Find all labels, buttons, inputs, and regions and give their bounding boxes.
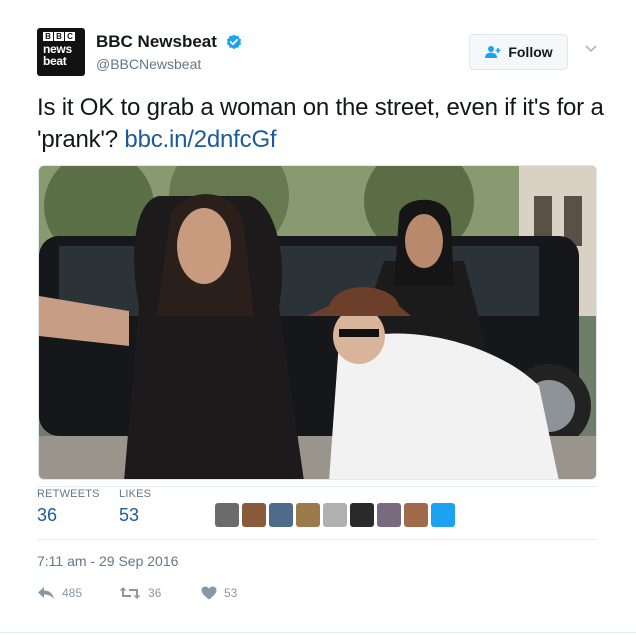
retweets-count: 36 <box>37 505 58 525</box>
photo-illustration <box>39 166 596 479</box>
bbc-logo-blocks: B B C <box>43 32 85 41</box>
tweet-photo[interactable] <box>38 165 597 480</box>
like-button[interactable]: 53 <box>201 586 237 600</box>
display-name[interactable]: BBC Newsbeat <box>96 32 217 52</box>
like-count: 53 <box>224 586 238 600</box>
likes-label: LIKES <box>119 488 152 500</box>
retweet-count: 36 <box>148 586 162 600</box>
liker-avatar[interactable] <box>404 503 428 527</box>
tweet-card: B B C news beat BBC Newsbeat @BBCNewsbea… <box>0 0 636 635</box>
tweet-link[interactable]: bbc.in/2dnfcGf <box>124 126 276 153</box>
tweet-timestamp[interactable]: 7:11 am - 29 Sep 2016 <box>37 553 178 569</box>
heart-icon <box>201 586 217 600</box>
liker-avatar[interactable] <box>323 503 347 527</box>
tweet-text: Is it OK to grab a woman on the street, … <box>37 92 607 156</box>
verified-badge-icon <box>226 34 242 50</box>
reply-count: 485 <box>62 586 83 600</box>
divider <box>37 486 597 487</box>
retweets-label: RETWEETS <box>37 488 100 500</box>
likes-count: 53 <box>119 505 140 525</box>
follow-person-icon <box>485 46 501 58</box>
retweet-button[interactable]: 36 <box>119 586 161 600</box>
reply-icon <box>38 587 54 599</box>
liker-avatar[interactable] <box>242 503 266 527</box>
avatar[interactable]: B B C news beat <box>37 28 85 76</box>
likes-stat[interactable]: LIKES 53 <box>119 488 151 526</box>
bbc-letter: B <box>54 32 64 41</box>
divider <box>37 539 597 540</box>
retweet-icon <box>119 587 141 599</box>
bbc-letter: C <box>65 32 75 41</box>
liker-avatar[interactable] <box>296 503 320 527</box>
follow-button-label: Follow <box>508 44 553 60</box>
reply-button[interactable]: 485 <box>37 586 82 600</box>
liker-avatar[interactable] <box>215 503 239 527</box>
divider <box>0 632 636 633</box>
retweets-stat[interactable]: RETWEETS 36 <box>37 488 100 526</box>
account-handle[interactable]: @BBCNewsbeat <box>96 56 201 72</box>
liker-avatar[interactable] <box>269 503 293 527</box>
liker-avatars <box>215 503 455 527</box>
follow-button[interactable]: Follow <box>469 34 568 70</box>
avatar-word-beat: beat <box>43 54 67 68</box>
liker-avatar[interactable] <box>377 503 401 527</box>
bbc-letter: B <box>43 32 53 41</box>
chevron-down-icon[interactable] <box>584 44 598 54</box>
tweet-body: Is it OK to grab a woman on the street, … <box>37 94 604 153</box>
liker-avatar[interactable] <box>350 503 374 527</box>
liker-avatar[interactable] <box>431 503 455 527</box>
